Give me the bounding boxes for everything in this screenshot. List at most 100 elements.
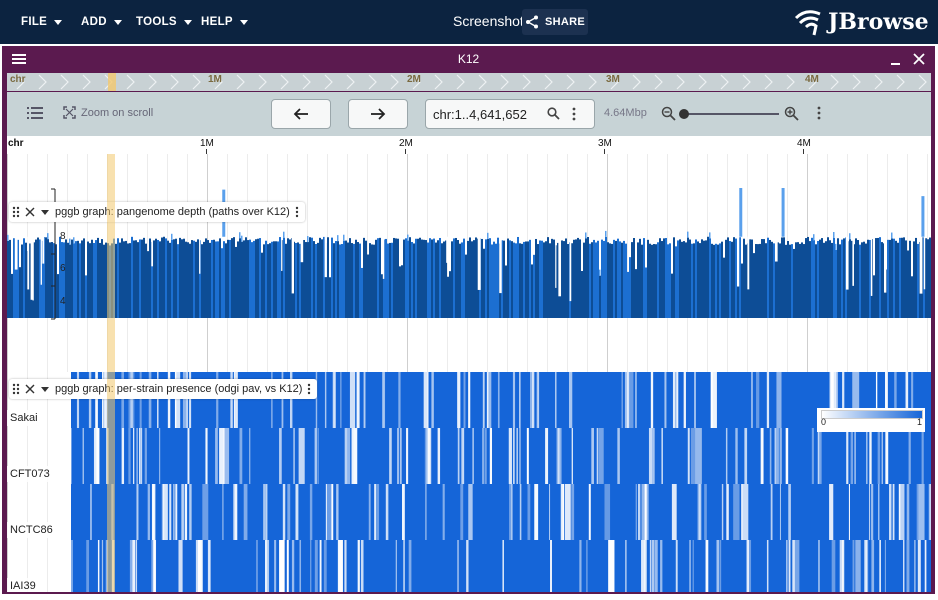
presence-gap bbox=[635, 484, 637, 540]
depth-bar bbox=[585, 238, 587, 318]
presence-gap bbox=[571, 428, 573, 484]
depth-bar bbox=[427, 242, 429, 318]
zoom-scroll-icon bbox=[63, 106, 76, 119]
coordinate-ruler[interactable]: chr 1M 2M 3M 4M bbox=[7, 136, 931, 155]
track-menu-icon[interactable] bbox=[295, 206, 299, 218]
depth-gap bbox=[27, 236, 30, 290]
presence-gap bbox=[785, 428, 789, 484]
depth-bar bbox=[195, 241, 197, 318]
menu-add[interactable]: ADD bbox=[81, 0, 122, 44]
close-icon[interactable] bbox=[913, 53, 925, 65]
depth-bar bbox=[801, 242, 803, 318]
depth-bar bbox=[735, 238, 737, 318]
presence-gap bbox=[654, 540, 658, 592]
depth-bar bbox=[437, 240, 439, 318]
depth-bar bbox=[327, 237, 329, 318]
presence-gap bbox=[829, 484, 834, 540]
presence-gap bbox=[97, 540, 100, 592]
depth-bar bbox=[893, 238, 895, 318]
collapse-track-icon[interactable] bbox=[40, 385, 50, 393]
overview-chevron bbox=[60, 74, 69, 90]
session-name[interactable]: Screenshot bbox=[453, 13, 524, 29]
presence-gap bbox=[519, 428, 521, 484]
depth-bar bbox=[357, 242, 359, 318]
depth-bar bbox=[275, 241, 277, 318]
presence-gap bbox=[519, 484, 522, 540]
presence-gap bbox=[482, 372, 485, 428]
presence-gap bbox=[457, 428, 460, 484]
presence-gap bbox=[741, 484, 743, 540]
drag-handle-icon[interactable] bbox=[12, 206, 20, 218]
overview-chevron bbox=[324, 74, 333, 90]
depth-track-plot[interactable] bbox=[7, 162, 931, 330]
collapse-track-icon[interactable] bbox=[40, 208, 50, 216]
presence-gap bbox=[866, 428, 868, 484]
depth-bar-tip bbox=[585, 232, 587, 239]
view-more-icon[interactable] bbox=[817, 106, 821, 120]
overview-chevron bbox=[874, 74, 883, 90]
depth-bar bbox=[429, 238, 431, 318]
presence-gap bbox=[181, 484, 184, 540]
overview-chevron bbox=[852, 74, 861, 90]
region-highlight[interactable] bbox=[107, 154, 115, 592]
close-track-icon[interactable] bbox=[25, 207, 35, 217]
close-track-icon[interactable] bbox=[25, 384, 35, 394]
menu-tools[interactable]: TOOLS bbox=[136, 0, 192, 44]
presence-gap bbox=[705, 540, 709, 592]
location-more-icon[interactable] bbox=[572, 107, 576, 121]
presence-gap bbox=[256, 540, 258, 592]
track-menu-icon[interactable] bbox=[307, 383, 311, 395]
jbrowse-logo: JBrowse bbox=[794, 8, 929, 36]
presence-gap bbox=[516, 428, 518, 484]
location-search-box[interactable]: chr:1..4,641,652 bbox=[425, 99, 595, 129]
menu-help[interactable]: HELP bbox=[201, 0, 248, 44]
depth-bar bbox=[453, 238, 455, 318]
tracks-container: 8 6 4 2 0 pggb graph: pangenome depth (p… bbox=[7, 154, 931, 592]
overview-scalebar[interactable]: chr 1M 2M 3M 4M bbox=[7, 73, 931, 91]
depth-bar bbox=[421, 239, 423, 318]
depth-bar bbox=[733, 237, 735, 318]
location-search-input[interactable]: chr:1..4,641,652 bbox=[433, 107, 527, 122]
presence-gap bbox=[906, 484, 910, 540]
depth-bar bbox=[829, 240, 831, 318]
depth-bar bbox=[397, 238, 399, 318]
depth-gap bbox=[40, 236, 42, 285]
depth-gap bbox=[199, 236, 201, 274]
depth-bar bbox=[543, 242, 545, 318]
depth-bar bbox=[273, 241, 275, 318]
depth-bar bbox=[367, 254, 369, 318]
presence-gap bbox=[425, 484, 427, 540]
depth-bar-tip bbox=[487, 232, 489, 239]
presence-gap bbox=[215, 428, 218, 484]
zoom-slider-thumb[interactable] bbox=[679, 109, 689, 119]
depth-bar bbox=[769, 239, 771, 318]
presence-gap bbox=[721, 484, 724, 540]
depth-bar bbox=[591, 242, 593, 318]
presence-gap bbox=[243, 484, 248, 540]
zoom-in-icon[interactable] bbox=[784, 106, 799, 121]
track-selector-icon[interactable] bbox=[27, 106, 43, 120]
share-button[interactable]: SHARE bbox=[522, 9, 588, 35]
depth-bar bbox=[339, 244, 341, 318]
depth-bar bbox=[665, 237, 667, 318]
drag-handle-icon[interactable] bbox=[12, 383, 20, 395]
depth-bar bbox=[573, 239, 575, 318]
depth-bar bbox=[781, 237, 783, 318]
depth-gap bbox=[558, 236, 562, 297]
zoom-slider-track[interactable] bbox=[683, 113, 779, 115]
presence-gap bbox=[351, 428, 354, 484]
menu-file[interactable]: FILE bbox=[21, 0, 63, 44]
zoom-on-scroll-toggle[interactable]: Zoom on scroll bbox=[63, 106, 153, 119]
menu-tools-label: TOOLS bbox=[136, 16, 177, 28]
minimize-icon[interactable] bbox=[890, 54, 902, 66]
depth-bar bbox=[577, 237, 579, 318]
depth-bar bbox=[839, 244, 841, 318]
pan-right-button[interactable] bbox=[348, 99, 408, 129]
pan-left-button[interactable] bbox=[271, 99, 331, 129]
overview-chevron bbox=[170, 74, 179, 90]
depth-bar bbox=[541, 240, 543, 318]
depth-gap bbox=[324, 236, 327, 278]
zoom-out-icon[interactable] bbox=[661, 106, 676, 121]
search-icon[interactable] bbox=[547, 107, 560, 120]
presence-gap bbox=[751, 372, 753, 428]
